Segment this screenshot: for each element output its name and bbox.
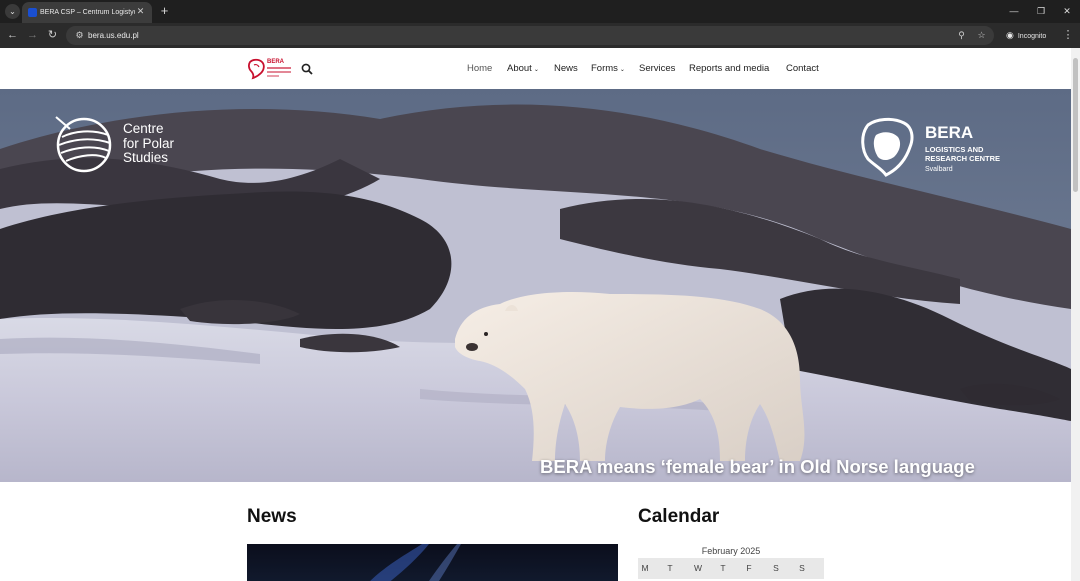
favicon-icon — [28, 8, 37, 17]
bera-logo-title: BERA — [925, 123, 974, 142]
incognito-indicator[interactable]: ◉ Incognito — [1000, 27, 1052, 44]
polar-studies-line: Centre — [123, 121, 164, 136]
nav-news-label: News — [554, 63, 578, 74]
back-arrow-icon[interactable]: ← — [5, 28, 20, 43]
weekday-label: W — [693, 563, 703, 573]
browser-toolbar: ← → ↻ ⚙ bera.us.edu.pl ⚲ ☆ ◉ Incognito ⋮ — [0, 23, 1080, 48]
web-page: BERA Home About ⌄ News Forms ⌄ Services Re… — [0, 48, 1071, 581]
chevron-down-icon: ⌄ — [619, 67, 625, 73]
site-header: BERA Home About ⌄ News Forms ⌄ Services Re… — [0, 48, 1071, 89]
incognito-icon: ◉ — [1006, 30, 1014, 40]
nav-reports-label: Reports and media — [689, 63, 770, 74]
nav-home-label: Home — [467, 63, 493, 74]
kebab-menu-icon[interactable]: ⋮ — [1062, 28, 1074, 43]
nav-contact[interactable]: Contact — [786, 62, 819, 75]
star-icon[interactable]: ☆ — [974, 28, 989, 43]
nav-contact-label: Contact — [786, 63, 819, 74]
window-close-icon[interactable]: ✕ — [1059, 4, 1075, 19]
news-heading: News — [247, 506, 297, 527]
bera-logo-subtitle: LOGISTICS AND RESEARCH CENTRE — [925, 145, 1000, 163]
weekday-label: M — [641, 563, 649, 573]
url-text[interactable]: bera.us.edu.pl — [88, 30, 139, 41]
bera-subtitle-line: RESEARCH CENTRE — [925, 154, 1001, 163]
site-info-icon[interactable]: ⚙ — [72, 28, 87, 43]
tab-search-icon[interactable]: ⌄ — [5, 4, 20, 19]
hero-caption: BERA means ‘female bear’ in Old Norse la… — [540, 456, 975, 477]
minimize-icon[interactable]: — — [1006, 4, 1022, 19]
news-featured-image[interactable] — [247, 544, 618, 581]
logo-sub-line — [267, 67, 291, 69]
browser-tab-active[interactable]: BERA CSP – Centrum Logistyczne ✕ — [22, 2, 152, 23]
weekday-label: F — [746, 563, 752, 573]
reload-icon[interactable]: ↻ — [45, 28, 60, 43]
calendar-weekday-row: M T W T F S S — [638, 558, 824, 579]
chevron-down-icon: ⌄ — [533, 67, 539, 73]
hero-banner: Centre for Polar Studies BERA LOGISTICS … — [0, 89, 1071, 482]
polar-studies-line: for Polar — [123, 135, 175, 151]
polar-studies-logo-text: Centre for Polar Studies — [123, 121, 175, 166]
nav-about-label: About — [507, 63, 532, 74]
plus-icon[interactable]: + — [157, 3, 172, 18]
address-bar[interactable]: ⚙ bera.us.edu.pl ⚲ ☆ — [66, 26, 994, 45]
zoom-icon[interactable]: ⚲ — [954, 28, 969, 43]
nav-news[interactable]: News — [554, 62, 578, 75]
polar-studies-logo-icon — [55, 116, 112, 173]
nav-about[interactable]: About ⌄ — [507, 62, 539, 77]
calendar-month: February 2025 — [701, 546, 761, 556]
nav-services-label: Services — [639, 63, 676, 74]
nav-home[interactable]: Home — [467, 62, 492, 75]
logo-sub-line — [267, 75, 279, 77]
logo-sub-line — [267, 71, 291, 73]
weekday-label: T — [720, 563, 726, 573]
bera-logo-location: Svalbard — [925, 166, 953, 173]
nav-reports-and-media[interactable]: Reports and media — [689, 62, 769, 75]
logo-wordmark: BERA — [267, 59, 285, 65]
nav-forms[interactable]: Forms ⌄ — [591, 62, 625, 77]
close-icon[interactable]: ✕ — [135, 6, 146, 17]
polar-studies-line: Studies — [123, 150, 169, 165]
nav-services[interactable]: Services — [639, 62, 675, 75]
page-scrollbar[interactable] — [1071, 48, 1080, 581]
weekday-label: S — [773, 563, 779, 573]
site-logo[interactable]: BERA — [247, 58, 293, 80]
weekday-label: S — [799, 563, 805, 573]
bera-bear-logo-icon — [861, 117, 914, 177]
forward-arrow-icon[interactable]: → — [25, 28, 40, 43]
scrollbar-thumb[interactable] — [1073, 58, 1078, 192]
search-icon[interactable] — [301, 62, 313, 75]
calendar-heading: Calendar — [638, 506, 720, 527]
restore-icon[interactable]: ❐ — [1033, 4, 1049, 19]
bear-logo-icon — [248, 58, 265, 80]
aurora-photo — [370, 544, 461, 581]
nav-forms-label: Forms — [591, 63, 618, 74]
weekday-label: T — [667, 563, 673, 573]
incognito-label: Incognito — [1017, 33, 1047, 40]
browser-tab-bar: ⌄ BERA CSP – Centrum Logistyczne ✕ + — ❐… — [0, 0, 1080, 23]
tab-title: BERA CSP – Centrum Logistyczne — [40, 9, 135, 16]
bera-subtitle-line: LOGISTICS AND — [925, 145, 984, 154]
